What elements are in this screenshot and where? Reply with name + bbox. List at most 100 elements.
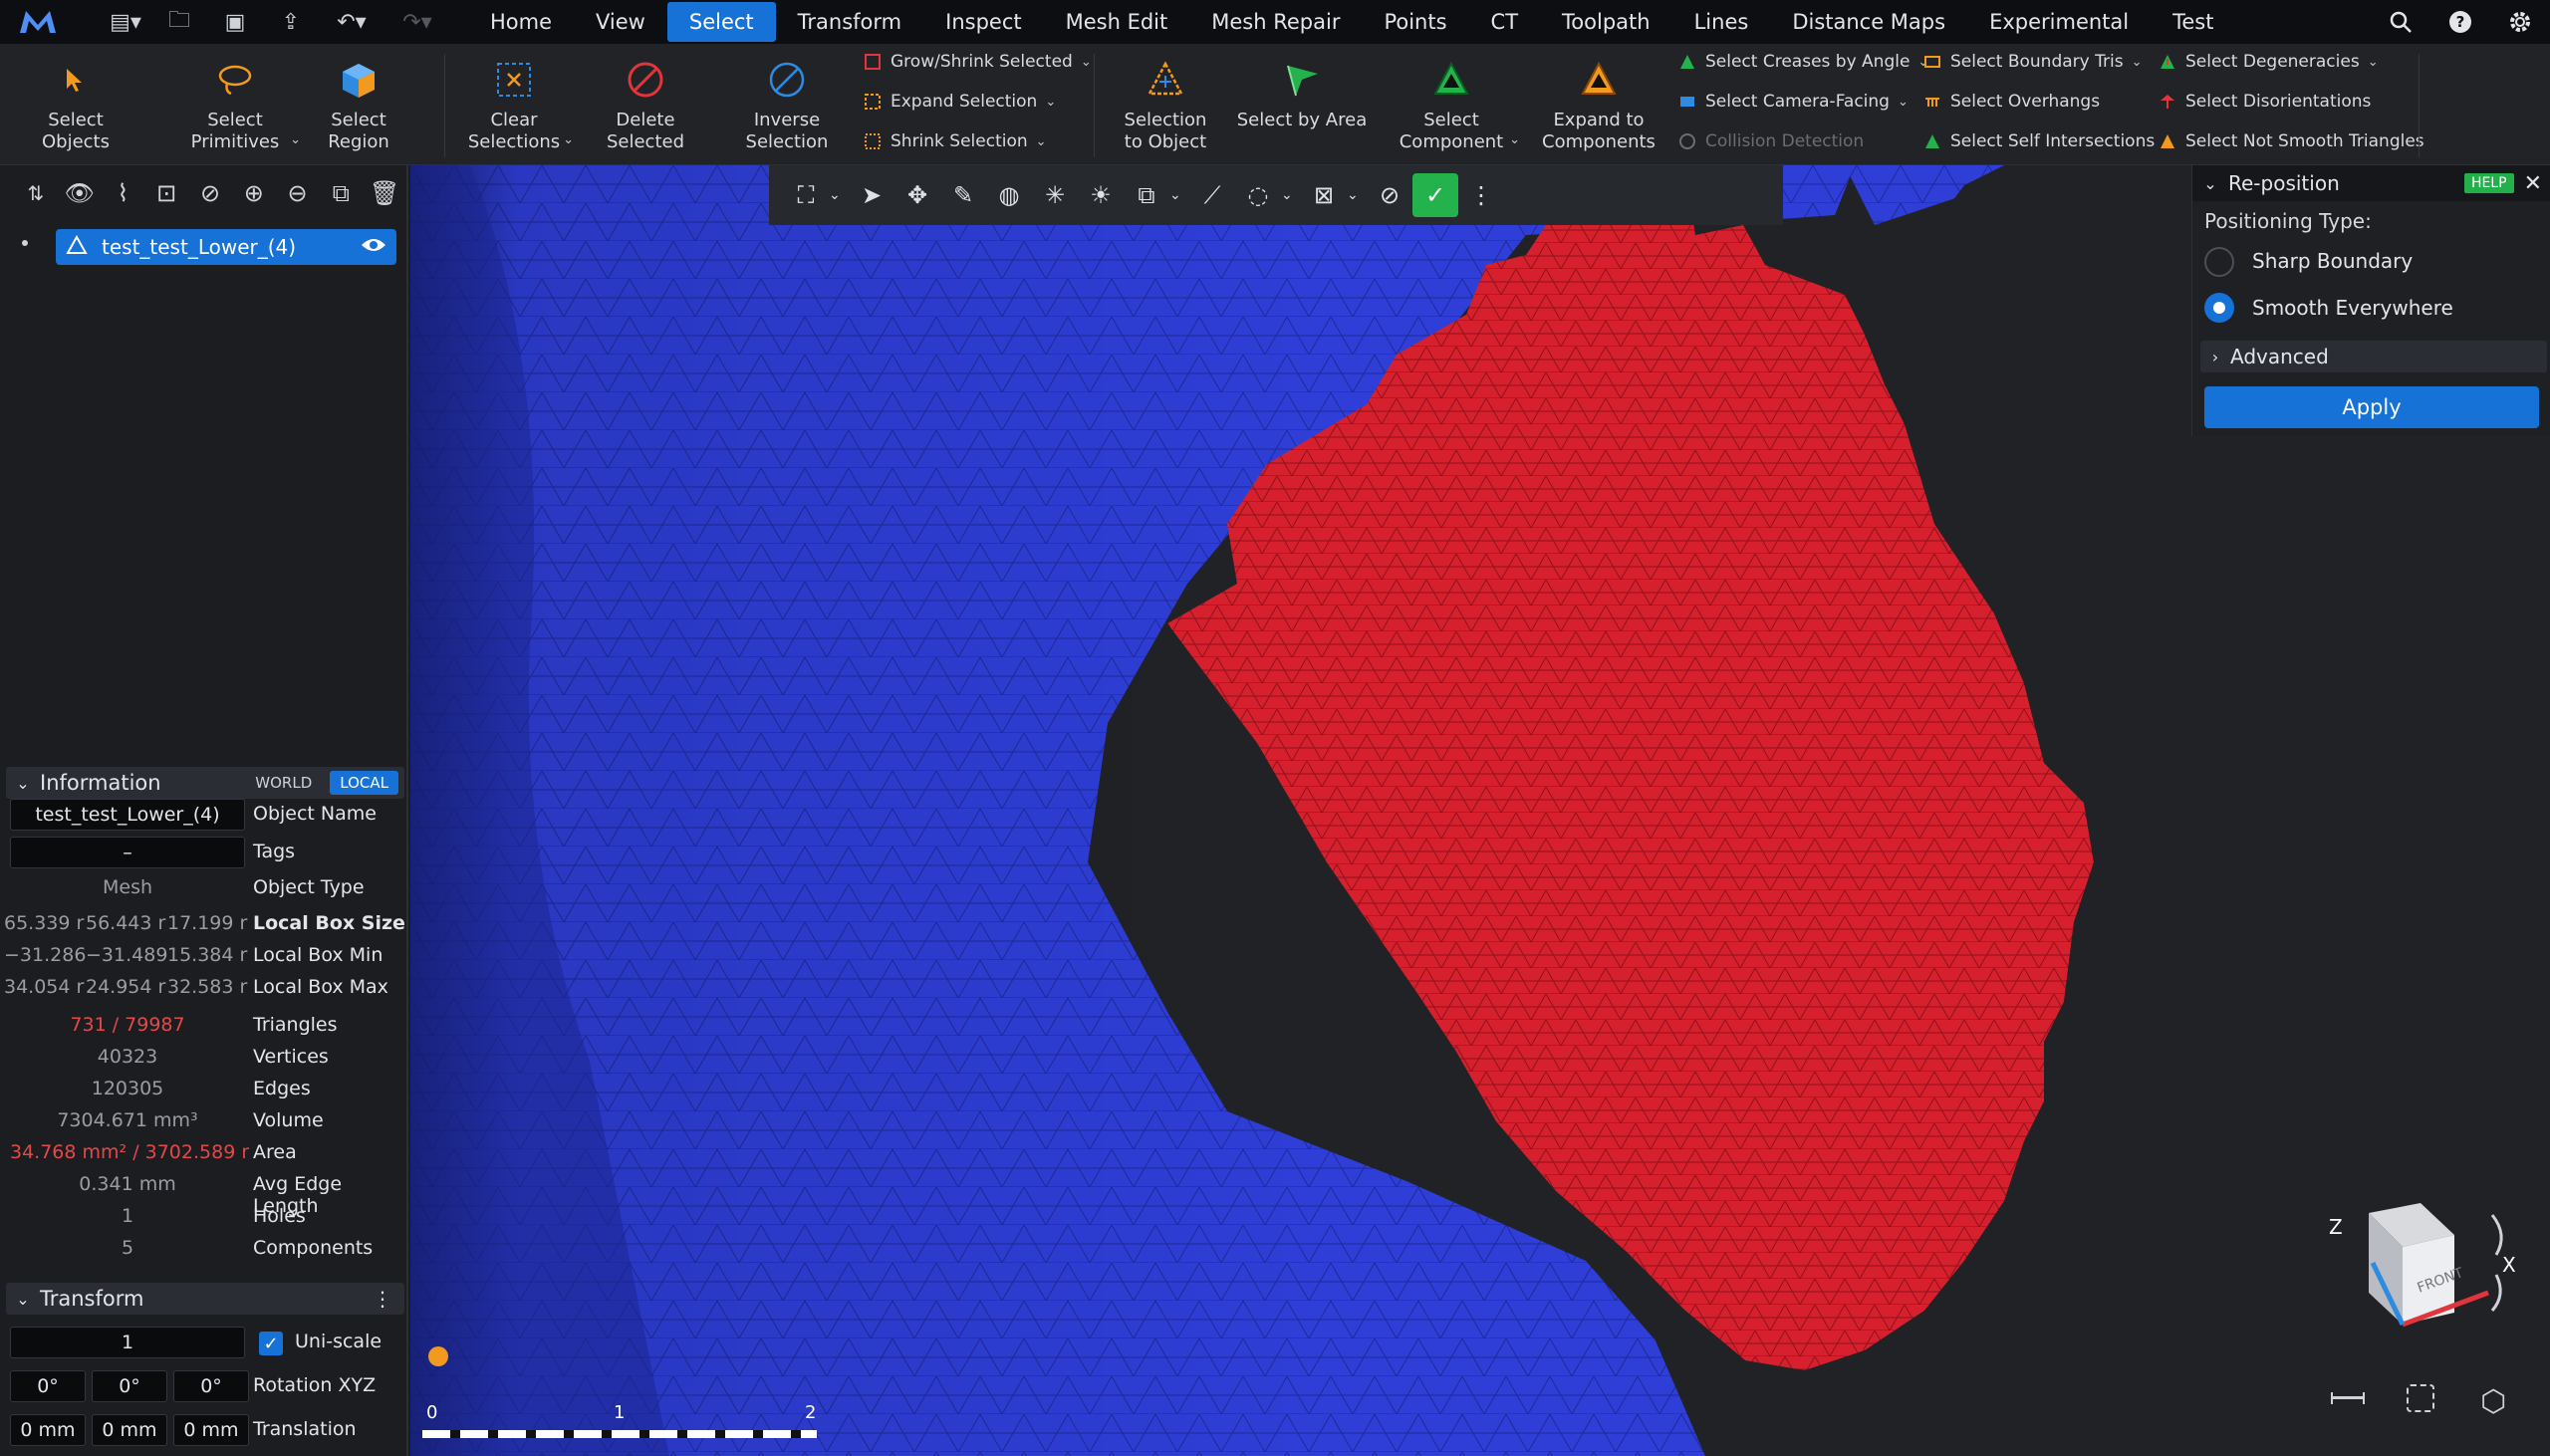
menu-tab-transform[interactable]: Transform (776, 0, 923, 44)
chevron-down-icon[interactable]: ⌄ (1169, 187, 1189, 203)
select-self-intersections-button[interactable]: Select Self Intersections (1922, 131, 2155, 151)
select-region-button[interactable]: Select Region (299, 58, 418, 153)
export-icon[interactable]: ⇪ (263, 0, 319, 44)
select-not-smooth-button[interactable]: Select Not Smooth Triangles (2158, 131, 2424, 151)
select-creases-button[interactable]: Select Creases by Angle ⌄ (1677, 52, 1928, 72)
undo-icon[interactable]: ↶▾ (319, 0, 384, 44)
select-degeneracies-button[interactable]: Select Degeneracies ⌄ (2158, 52, 2379, 72)
help-icon[interactable]: ? (2430, 0, 2490, 44)
select-boundary-tris-button[interactable]: Select Boundary Tris ⌄ (1922, 52, 2142, 72)
information-header[interactable]: ⌄ Information WORLD LOCAL (6, 767, 404, 799)
chevron-down-icon[interactable]: ⌄ (1281, 187, 1301, 203)
menu-tab-distance-maps[interactable]: Distance Maps (1770, 0, 1967, 44)
clear-selections-button[interactable]: Clear Selections ⌄ (454, 58, 574, 153)
grow-shrink-button[interactable]: Grow/Shrink Selected ⌄ (863, 52, 1092, 72)
sort-icon[interactable]: ⇅ (14, 173, 58, 213)
world-toggle[interactable]: WORLD (245, 771, 322, 795)
box-select-icon[interactable]: ⊠ (1301, 173, 1347, 217)
more-options-icon[interactable]: ⋮ (373, 1287, 392, 1311)
menu-tab-experimental[interactable]: Experimental (1967, 0, 2151, 44)
select-camera-facing-button[interactable]: Select Camera-Facing ⌄ (1677, 92, 1909, 112)
more-vertical-icon[interactable]: ⋮ (1458, 173, 1504, 217)
chevron-down-icon[interactable]: ⌄ (563, 129, 574, 151)
ruler-icon[interactable] (2331, 1392, 2365, 1404)
no-entry-icon[interactable]: ⊘ (1367, 173, 1412, 217)
perspective-cube-icon[interactable]: ⬡ (2480, 1384, 2506, 1419)
clone-icon[interactable]: ⧉ (1124, 173, 1169, 217)
delete-selected-button[interactable]: Delete Selected (584, 58, 707, 153)
chevron-down-icon[interactable]: ⌄ (1898, 95, 1909, 110)
select-component-button[interactable]: Select Component ⌄ (1387, 58, 1520, 153)
view-cube[interactable]: FRONT Z X (2321, 1195, 2520, 1344)
focus-icon[interactable] (2407, 1384, 2434, 1412)
move-icon[interactable]: ✥ (894, 173, 940, 217)
chevron-down-icon[interactable]: ⌄ (1045, 95, 1056, 110)
pointer-icon[interactable]: ➤ (849, 173, 894, 217)
menu-tab-ct[interactable]: CT (1469, 0, 1541, 44)
sharp-boundary-radio[interactable] (2204, 247, 2234, 277)
menu-tab-points[interactable]: Points (1362, 0, 1468, 44)
deselect-icon[interactable]: ⊘ (188, 173, 232, 213)
hide-backfaces-icon[interactable]: ⟋ (1189, 173, 1235, 217)
menu-tab-lines[interactable]: Lines (1672, 0, 1771, 44)
help-badge[interactable]: HELP (2463, 173, 2514, 193)
select-primitives-button[interactable]: Select Primitives ⌄ (175, 58, 301, 153)
move-up-icon[interactable]: ⊕ (232, 173, 276, 213)
smooth-everywhere-radio[interactable] (2204, 293, 2234, 323)
chevron-down-icon[interactable]: ⌄ (1081, 55, 1092, 70)
selection-to-object-button[interactable]: Selection to Object (1108, 58, 1223, 153)
settings-icon[interactable] (2490, 0, 2550, 44)
advanced-section[interactable]: › Advanced (2200, 341, 2547, 372)
menu-tab-inspect[interactable]: Inspect (923, 0, 1043, 44)
chevron-down-icon[interactable]: ⌄ (1036, 134, 1047, 149)
new-file-menu-icon[interactable]: ▤▾ (100, 0, 151, 44)
shrink-selection-button[interactable]: Shrink Selection ⌄ (863, 131, 1047, 151)
search-icon[interactable] (2371, 0, 2430, 44)
select-disorientations-button[interactable]: Select Disorientations (2158, 92, 2371, 112)
confirm-check-icon[interactable]: ✓ (1412, 173, 1458, 217)
menu-tab-test[interactable]: Test (2151, 0, 2235, 44)
transform-header[interactable]: ⌄ Transform ⋮ (6, 1283, 404, 1315)
timer-icon[interactable] (428, 1346, 448, 1366)
local-toggle[interactable]: LOCAL (330, 771, 398, 795)
move-down-icon[interactable]: ⊖ (276, 173, 320, 213)
inverse-selection-button[interactable]: Inverse Selection (727, 58, 847, 153)
menu-tab-mesh-edit[interactable]: Mesh Edit (1044, 0, 1190, 44)
rotate-icon[interactable]: ◍ (986, 173, 1032, 217)
transform-gizmo-icon[interactable]: ✳ (1032, 173, 1078, 217)
select-objects-button[interactable]: Select Objects (14, 58, 137, 153)
chevron-down-icon[interactable]: ⌄ (1509, 129, 1520, 151)
sharp-boundary-label[interactable]: Sharp Boundary (2252, 249, 2413, 273)
lasso-select-icon[interactable]: ◌ (1235, 173, 1281, 217)
menu-tab-mesh-repair[interactable]: Mesh Repair (1189, 0, 1362, 44)
menu-tab-toolpath[interactable]: Toolpath (1540, 0, 1672, 44)
fit-view-icon[interactable]: ⛶ (783, 173, 829, 217)
close-icon[interactable]: ✕ (2524, 171, 2542, 196)
open-folder-icon[interactable]: 🗀 (151, 0, 207, 44)
visibility-eye-icon[interactable] (361, 235, 386, 259)
smooth-everywhere-label[interactable]: Smooth Everywhere (2252, 296, 2453, 320)
chevron-down-icon[interactable]: ⌄ (1347, 187, 1367, 203)
tree-item-object[interactable]: test_test_Lower_(4) (56, 229, 396, 265)
menu-tab-select[interactable]: Select (666, 2, 776, 42)
menu-tab-home[interactable]: Home (468, 0, 574, 44)
select-overhangs-button[interactable]: Select Overhangs (1922, 92, 2100, 112)
chevron-down-icon[interactable]: ⌄ (2192, 174, 2228, 193)
copy-icon[interactable]: ⧉ (319, 173, 363, 213)
select-all-icon[interactable]: ⊡ (144, 173, 188, 213)
menu-tab-view[interactable]: View (574, 0, 667, 44)
apply-button[interactable]: Apply (2204, 386, 2539, 428)
expand-selection-button[interactable]: Expand Selection ⌄ (863, 92, 1056, 112)
redo-icon[interactable]: ↷▾ (384, 0, 450, 44)
collision-detection-button[interactable]: Collision Detection (1677, 131, 1864, 151)
hide-icon[interactable]: ⌇ (102, 173, 145, 213)
chevron-down-icon[interactable]: ⌄ (2132, 55, 2143, 70)
chevron-down-icon[interactable]: ⌄ (829, 187, 849, 203)
select-by-area-button[interactable]: Select by Area (1235, 58, 1369, 131)
chevron-down-icon[interactable]: ⌄ (2368, 55, 2379, 70)
expand-to-components-button[interactable]: Expand to Components (1534, 58, 1663, 153)
save-icon[interactable]: ▣ (207, 0, 263, 44)
paint-select-icon[interactable]: ✎ (940, 173, 986, 217)
trash-icon[interactable]: 🗑︎ (363, 173, 406, 213)
eye-icon[interactable]: 👁︎ (58, 173, 102, 213)
